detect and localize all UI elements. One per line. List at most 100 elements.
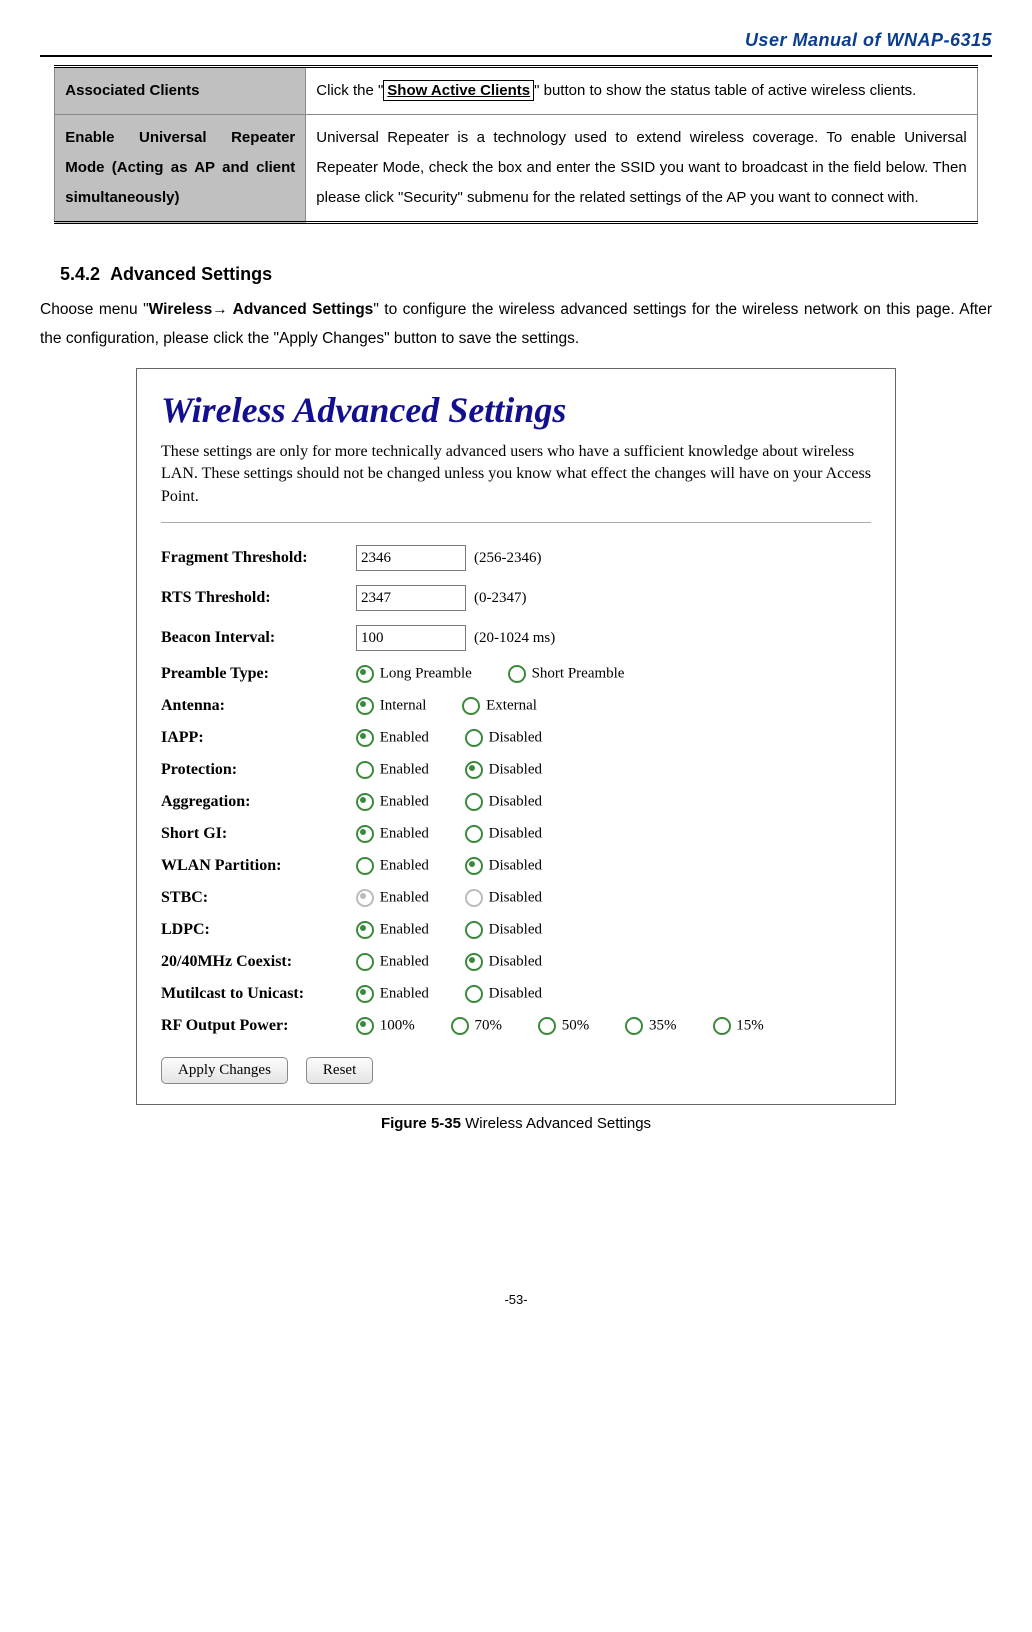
radio-label: 70% bbox=[471, 1017, 502, 1033]
radio-icon[interactable] bbox=[356, 921, 374, 939]
setting-value: Enabled Disabled bbox=[356, 889, 570, 907]
figure-title: Wireless Advanced Settings bbox=[161, 389, 871, 431]
setting-text-input[interactable] bbox=[356, 545, 466, 571]
figure-divider bbox=[161, 522, 871, 523]
radio-option[interactable]: Enabled bbox=[356, 729, 429, 747]
section-number: 5.4.2 bbox=[60, 264, 100, 284]
radio-option[interactable]: Short Preamble bbox=[508, 665, 625, 683]
setting-row: Fragment Threshold:(256-2346) bbox=[161, 545, 871, 571]
header-rule bbox=[40, 55, 992, 57]
radio-option[interactable]: Disabled bbox=[465, 857, 542, 875]
radio-icon[interactable] bbox=[356, 729, 374, 747]
setting-value: Internal External bbox=[356, 697, 565, 715]
section-heading: 5.4.2 Advanced Settings bbox=[60, 264, 992, 285]
show-active-clients-button[interactable]: Show Active Clients bbox=[383, 80, 534, 101]
radio-icon[interactable] bbox=[465, 857, 483, 875]
radio-option[interactable]: Disabled bbox=[465, 825, 542, 843]
radio-icon[interactable] bbox=[465, 985, 483, 1003]
radio-option[interactable]: 35% bbox=[625, 1017, 676, 1035]
radio-icon[interactable] bbox=[465, 889, 483, 907]
radio-icon[interactable] bbox=[356, 697, 374, 715]
radio-icon[interactable] bbox=[465, 729, 483, 747]
radio-option[interactable]: Enabled bbox=[356, 761, 429, 779]
radio-option[interactable]: Enabled bbox=[356, 889, 429, 907]
radio-option[interactable]: Disabled bbox=[465, 793, 542, 811]
apply-changes-button[interactable]: Apply Changes bbox=[161, 1057, 288, 1084]
setting-row: Preamble Type: Long Preamble Short Pream… bbox=[161, 665, 871, 683]
setting-label: IAPP: bbox=[161, 729, 356, 747]
setting-text-input[interactable] bbox=[356, 625, 466, 651]
radio-label: Disabled bbox=[485, 953, 542, 969]
radio-option[interactable]: Disabled bbox=[465, 889, 542, 907]
radio-label: 50% bbox=[558, 1017, 589, 1033]
radio-icon[interactable] bbox=[465, 761, 483, 779]
radio-label: 15% bbox=[733, 1017, 764, 1033]
radio-label: Enabled bbox=[376, 857, 429, 873]
setting-label: WLAN Partition: bbox=[161, 857, 356, 875]
setting-row: IAPP: Enabled Disabled bbox=[161, 729, 871, 747]
setting-row: Antenna: Internal External bbox=[161, 697, 871, 715]
reset-button[interactable]: Reset bbox=[306, 1057, 373, 1084]
setting-label: Fragment Threshold: bbox=[161, 549, 356, 567]
radio-icon[interactable] bbox=[356, 825, 374, 843]
radio-option[interactable]: Enabled bbox=[356, 825, 429, 843]
radio-icon[interactable] bbox=[356, 761, 374, 779]
radio-option[interactable]: Enabled bbox=[356, 793, 429, 811]
radio-icon[interactable] bbox=[356, 793, 374, 811]
radio-label: Disabled bbox=[485, 857, 542, 873]
section-title: Advanced Settings bbox=[110, 264, 272, 284]
setting-label: STBC: bbox=[161, 889, 356, 907]
radio-option[interactable]: Disabled bbox=[465, 761, 542, 779]
radio-option[interactable]: 70% bbox=[451, 1017, 502, 1035]
radio-label: Enabled bbox=[376, 825, 429, 841]
radio-icon[interactable] bbox=[356, 857, 374, 875]
row-label-associated-clients: Associated Clients bbox=[55, 67, 306, 115]
setting-label: Antenna: bbox=[161, 697, 356, 715]
radio-option[interactable]: External bbox=[462, 697, 537, 715]
radio-icon[interactable] bbox=[356, 1017, 374, 1035]
radio-option[interactable]: Disabled bbox=[465, 953, 542, 971]
radio-label: 35% bbox=[645, 1017, 676, 1033]
radio-icon[interactable] bbox=[462, 697, 480, 715]
para-pre: Choose menu " bbox=[40, 301, 149, 318]
radio-icon[interactable] bbox=[465, 793, 483, 811]
radio-option[interactable]: Long Preamble bbox=[356, 665, 472, 683]
radio-option[interactable]: 100% bbox=[356, 1017, 415, 1035]
radio-icon[interactable] bbox=[538, 1017, 556, 1035]
radio-icon[interactable] bbox=[356, 953, 374, 971]
radio-label: Disabled bbox=[485, 761, 542, 777]
radio-option[interactable]: Disabled bbox=[465, 985, 542, 1003]
radio-option[interactable]: Enabled bbox=[356, 985, 429, 1003]
radio-option[interactable]: Enabled bbox=[356, 953, 429, 971]
radio-icon[interactable] bbox=[356, 889, 374, 907]
radio-icon[interactable] bbox=[625, 1017, 643, 1035]
radio-option[interactable]: Disabled bbox=[465, 921, 542, 939]
setting-label: Aggregation: bbox=[161, 793, 356, 811]
radio-label: External bbox=[482, 697, 537, 713]
setting-hint: (20-1024 ms) bbox=[474, 630, 555, 647]
radio-option[interactable]: 50% bbox=[538, 1017, 589, 1035]
radio-icon[interactable] bbox=[465, 825, 483, 843]
setting-value: Enabled Disabled bbox=[356, 825, 570, 843]
radio-option[interactable]: Enabled bbox=[356, 857, 429, 875]
radio-label: Disabled bbox=[485, 825, 542, 841]
radio-option[interactable]: Internal bbox=[356, 697, 426, 715]
radio-icon[interactable] bbox=[356, 985, 374, 1003]
setting-value: Enabled Disabled bbox=[356, 921, 570, 939]
setting-text-input[interactable] bbox=[356, 585, 466, 611]
setting-row: RF Output Power: 100% 70% 50% 35% 15% bbox=[161, 1017, 871, 1035]
radio-icon[interactable] bbox=[465, 953, 483, 971]
radio-icon[interactable] bbox=[713, 1017, 731, 1035]
radio-option[interactable]: 15% bbox=[713, 1017, 764, 1035]
radio-option[interactable]: Enabled bbox=[356, 921, 429, 939]
radio-option[interactable]: Disabled bbox=[465, 729, 542, 747]
setting-row: LDPC: Enabled Disabled bbox=[161, 921, 871, 939]
setting-value: Enabled Disabled bbox=[356, 953, 570, 971]
row-value-associated-clients: Click the "Show Active Clients" button t… bbox=[306, 67, 977, 115]
radio-icon[interactable] bbox=[451, 1017, 469, 1035]
setting-row: RTS Threshold:(0-2347) bbox=[161, 585, 871, 611]
radio-icon[interactable] bbox=[356, 665, 374, 683]
radio-icon[interactable] bbox=[508, 665, 526, 683]
screenshot-figure: Wireless Advanced Settings These setting… bbox=[136, 368, 896, 1105]
radio-icon[interactable] bbox=[465, 921, 483, 939]
